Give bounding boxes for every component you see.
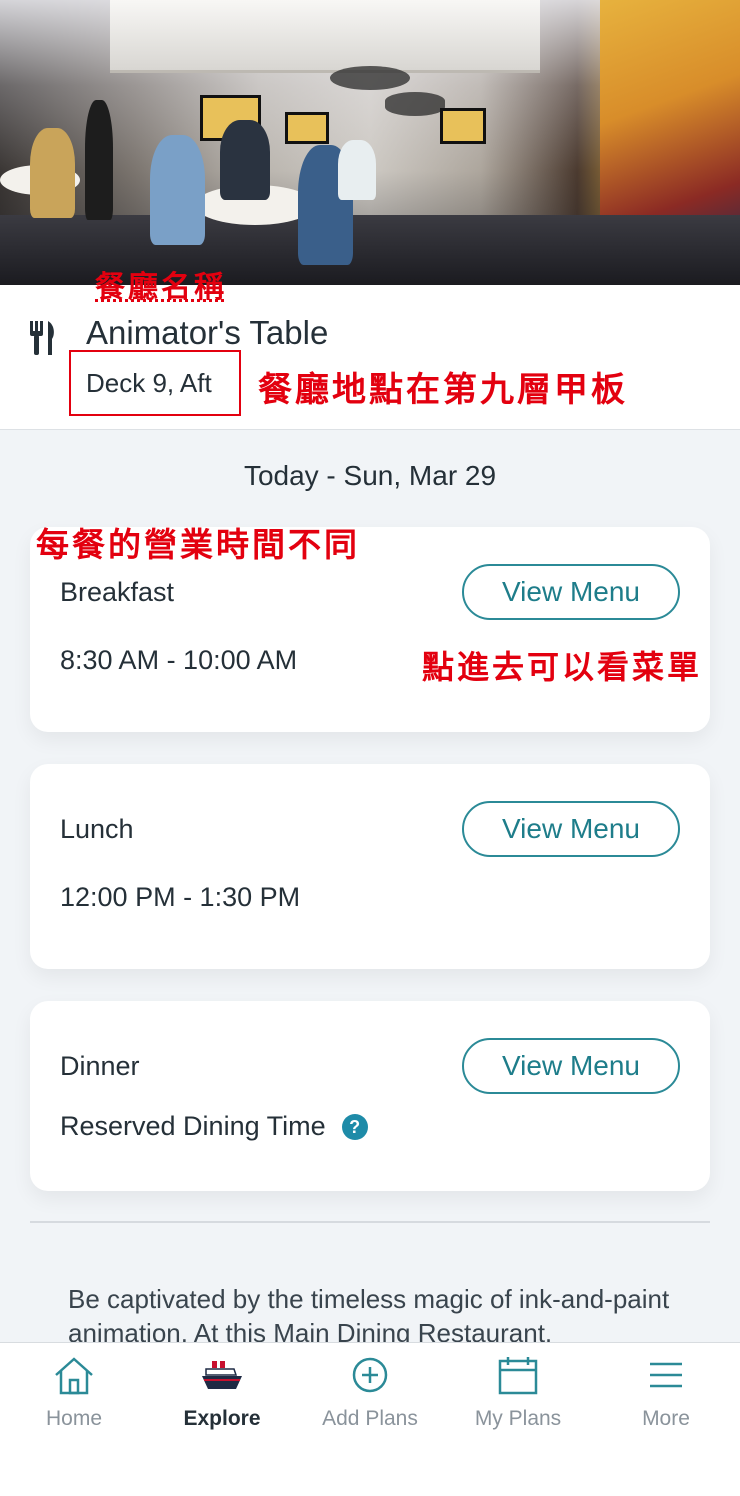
- menu-icon: [650, 1362, 682, 1388]
- hero-waiter: [85, 100, 113, 220]
- tab-more[interactable]: More: [592, 1343, 740, 1453]
- meal-hours: Reserved Dining Time: [60, 1111, 326, 1141]
- meal-name: Dinner: [60, 1051, 140, 1081]
- tab-label: Add Plans: [322, 1407, 418, 1430]
- location-highlight-box: [69, 350, 241, 416]
- annotation-deck-location: 餐廳地點在第九層甲板: [258, 370, 628, 410]
- meal-card-dinner: Dinner Reserved Dining Time? View Menu: [30, 1001, 710, 1191]
- meal-name: Breakfast: [60, 577, 175, 607]
- tab-explore[interactable]: Explore: [148, 1343, 296, 1453]
- tab-add-plans[interactable]: Add Plans: [296, 1343, 444, 1453]
- view-menu-button-breakfast[interactable]: View Menu: [462, 564, 680, 620]
- date-label: Today - Sun, Mar 29: [243, 460, 497, 491]
- annotation-restaurant-name: 餐廳名稱: [95, 270, 227, 305]
- meal-hours-row: Reserved Dining Time?: [60, 1111, 368, 1142]
- hero-art-frame: [440, 108, 486, 144]
- tab-label: My Plans: [474, 1407, 562, 1430]
- section-divider: [30, 1221, 710, 1223]
- home-icon: [55, 1357, 93, 1395]
- tab-label: Home: [45, 1407, 103, 1430]
- hero-chandelier: [385, 92, 445, 116]
- hero-diner: [220, 120, 270, 200]
- tab-label: More: [642, 1407, 690, 1430]
- restaurant-description: Be captivated by the timeless magic of i…: [68, 1284, 670, 1348]
- tab-home[interactable]: Home: [0, 1343, 148, 1453]
- hero-diner: [30, 128, 75, 218]
- meal-card-lunch: Lunch 12:00 PM - 1:30 PM View Menu: [30, 764, 710, 969]
- view-menu-button-dinner[interactable]: View Menu: [462, 1038, 680, 1094]
- hero-diner: [150, 135, 205, 245]
- tab-label: Explore: [183, 1407, 261, 1430]
- annotation-tap-menu: 點進去可以看菜單: [422, 648, 703, 686]
- view-menu-button-lunch[interactable]: View Menu: [462, 801, 680, 857]
- hero-ceiling: [110, 0, 540, 73]
- tab-my-plans[interactable]: My Plans: [444, 1343, 592, 1453]
- meal-hours: 8:30 AM - 10:00 AM: [60, 645, 298, 675]
- ship-icon: [202, 1361, 242, 1389]
- restaurant-title: Animator's Table: [86, 314, 329, 351]
- meal-name: Lunch: [60, 814, 134, 844]
- meal-hours: 12:00 PM - 1:30 PM: [60, 882, 301, 912]
- hero-art-frame: [285, 112, 329, 144]
- annotation-hours-differ: 每餐的營業時間不同: [36, 525, 360, 564]
- restaurant-hero-image: [0, 0, 740, 285]
- calendar-icon: [498, 1357, 538, 1395]
- plus-circle-icon: [352, 1357, 388, 1393]
- help-icon[interactable]: ?: [341, 1114, 368, 1140]
- fork-knife-icon: [30, 321, 54, 355]
- hero-diner: [338, 140, 376, 200]
- bottom-tab-bar: Home Explore Add Plans My Plans More: [0, 1342, 740, 1496]
- hero-chandelier: [330, 66, 410, 90]
